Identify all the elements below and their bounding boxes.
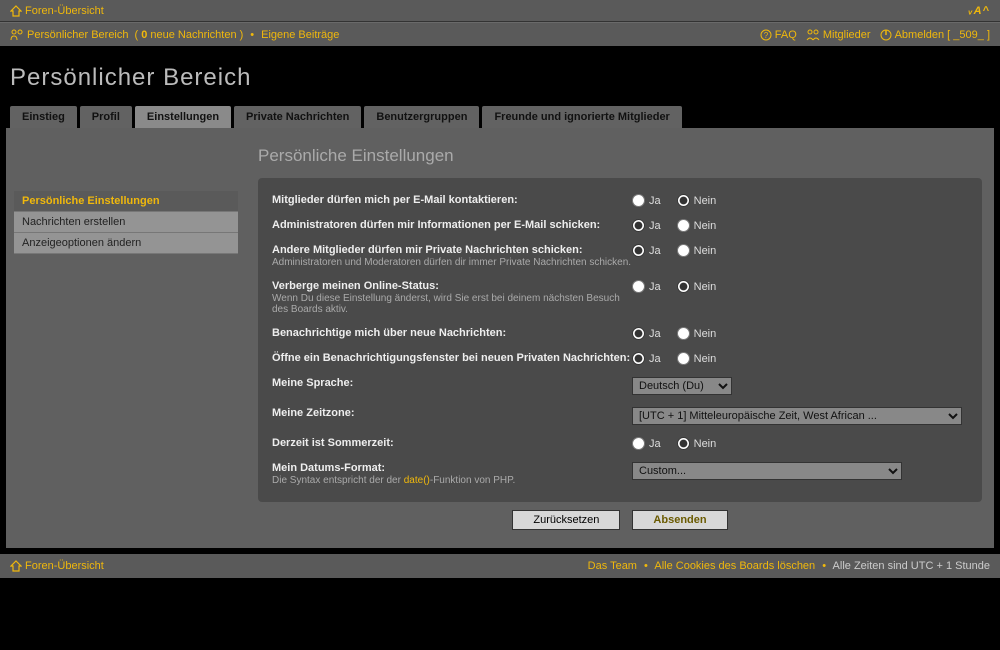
- submit-button[interactable]: Absenden: [632, 510, 727, 530]
- logout-icon: [880, 29, 892, 41]
- radio-r3-no[interactable]: Nein: [677, 280, 717, 293]
- user-icon: [10, 29, 24, 41]
- label-admin-email: Administratoren dürfen mir Informationen…: [272, 219, 632, 231]
- side-personal-settings[interactable]: Persönliche Einstellungen: [14, 191, 238, 212]
- tab-freunde[interactable]: Freunde und ignorierte Mitglieder: [482, 106, 681, 128]
- footer-tz: Alle Zeiten sind UTC + 1 Stunde: [833, 560, 990, 572]
- php-date-link[interactable]: date(): [404, 475, 430, 486]
- forum-index-link[interactable]: Foren-Übersicht: [25, 5, 104, 17]
- radio-r2-yes[interactable]: Ja: [632, 244, 661, 257]
- label-notify: Benachrichtige mich über neue Nachrichte…: [272, 327, 632, 339]
- radio-r3-yes[interactable]: Ja: [632, 280, 661, 293]
- select-timezone[interactable]: [UTC + 1] Mitteleuropäische Zeit, West A…: [632, 407, 962, 425]
- hint-pm-allow: Administratoren und Moderatoren dürfen d…: [272, 257, 632, 268]
- reset-button[interactable]: Zurücksetzen: [512, 510, 620, 530]
- personal-area-link[interactable]: Persönlicher Bereich: [27, 29, 129, 41]
- radio-r1-no[interactable]: Nein: [677, 219, 717, 232]
- font-size-toggle[interactable]: ᵥA^: [968, 5, 990, 17]
- tab-einstellungen[interactable]: Einstellungen: [135, 106, 231, 128]
- new-msg-count: 0: [141, 29, 147, 41]
- svg-text:?: ?: [764, 31, 769, 40]
- side-compose[interactable]: Nachrichten erstellen: [14, 212, 238, 233]
- faq-link[interactable]: FAQ: [775, 29, 797, 41]
- radio-r0-yes[interactable]: Ja: [632, 194, 661, 207]
- logout-link[interactable]: Abmelden [ _509_ ]: [895, 29, 990, 41]
- footer-cookies[interactable]: Alle Cookies des Boards löschen: [654, 560, 815, 572]
- radio-r2-no[interactable]: Nein: [677, 244, 717, 257]
- home-icon: [10, 560, 22, 572]
- members-icon: [806, 29, 820, 41]
- radio-r8-no[interactable]: Nein: [677, 437, 717, 450]
- select-language[interactable]: Deutsch (Du): [632, 377, 732, 395]
- tab-einstieg[interactable]: Einstieg: [10, 106, 77, 128]
- label-timezone: Meine Zeitzone:: [272, 407, 632, 419]
- hint-hide-online: Wenn Du diese Einstellung änderst, wird …: [272, 293, 632, 315]
- members-link[interactable]: Mitglieder: [823, 29, 871, 41]
- home-icon: [10, 5, 22, 17]
- label-pm-popup: Öffne ein Benachrichtigungsfenster bei n…: [272, 352, 632, 364]
- radio-r1-yes[interactable]: Ja: [632, 219, 661, 232]
- label-language: Meine Sprache:: [272, 377, 632, 389]
- footer-team[interactable]: Das Team: [588, 560, 637, 572]
- label-dst: Derzeit ist Sommerzeit:: [272, 437, 632, 449]
- label-email-contact: Mitglieder dürfen mich per E-Mail kontak…: [272, 194, 632, 206]
- tab-benutzergruppen[interactable]: Benutzergruppen: [364, 106, 479, 128]
- radio-r5-yes[interactable]: Ja: [632, 352, 661, 365]
- footer-forum-index[interactable]: Foren-Übersicht: [25, 560, 104, 572]
- tab-profil[interactable]: Profil: [80, 106, 132, 128]
- radio-r0-no[interactable]: Nein: [677, 194, 717, 207]
- faq-icon: ?: [760, 29, 772, 41]
- label-pm-allow: Andere Mitglieder dürfen mir Private Nac…: [272, 244, 632, 256]
- side-display-options[interactable]: Anzeigeoptionen ändern: [14, 233, 238, 254]
- radio-r4-no[interactable]: Nein: [677, 327, 717, 340]
- page-title: Persönlicher Bereich: [0, 46, 1000, 106]
- radio-r5-no[interactable]: Nein: [677, 352, 717, 365]
- hint-dateformat: Die Syntax entspricht der der date()-Fun…: [272, 475, 632, 486]
- label-hide-online: Verberge meinen Online-Status:: [272, 280, 632, 292]
- tab-private-nachrichten[interactable]: Private Nachrichten: [234, 106, 361, 128]
- label-dateformat: Mein Datums-Format:: [272, 462, 632, 474]
- panel-title: Persönliche Einstellungen: [258, 146, 982, 166]
- select-dateformat[interactable]: Custom...: [632, 462, 902, 480]
- own-posts-link[interactable]: Eigene Beiträge: [261, 29, 339, 41]
- radio-r4-yes[interactable]: Ja: [632, 327, 661, 340]
- radio-r8-yes[interactable]: Ja: [632, 437, 661, 450]
